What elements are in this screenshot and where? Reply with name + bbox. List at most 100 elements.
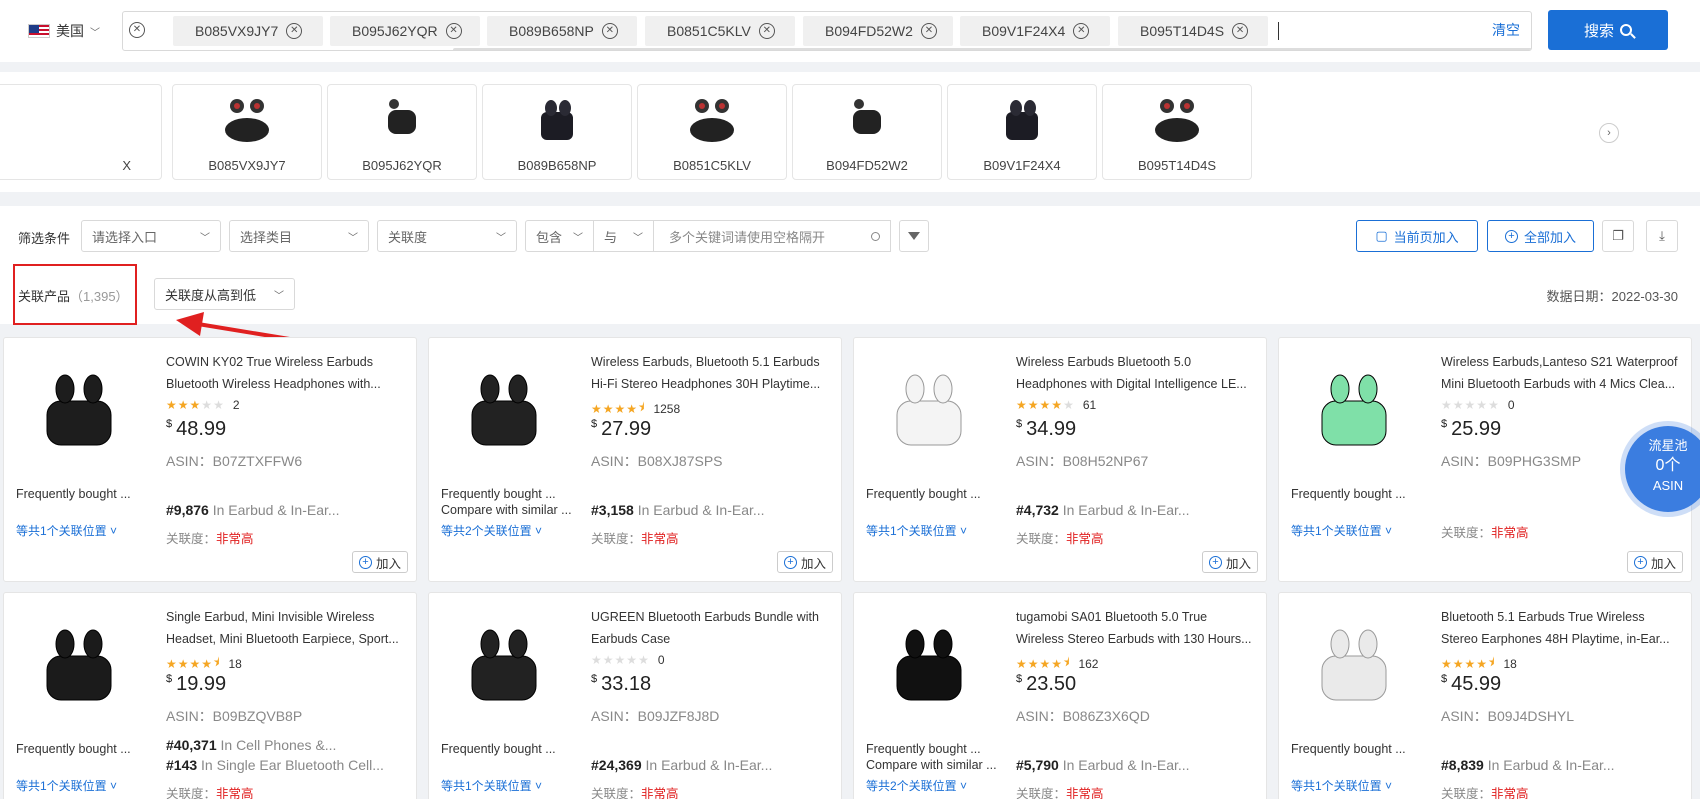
add-button[interactable]: + 加入 <box>352 551 408 573</box>
thumbnail-partial[interactable]: X <box>0 84 162 180</box>
product-price: $27.99 <box>591 418 651 441</box>
product-card[interactable]: Wireless Earbuds, Bluetooth 5.1 Earbuds H… <box>428 337 842 582</box>
product-asin: ASIN：B09JZF8J8D <box>591 708 720 724</box>
related-positions-link[interactable]: 等共1个关联位置 ˅ <box>1291 522 1392 539</box>
search-button[interactable]: 搜索 <box>1548 10 1668 50</box>
remove-tag-icon[interactable]: ✕ <box>1073 23 1090 39</box>
add-button[interactable]: + 加入 <box>1202 551 1258 573</box>
clear-button[interactable]: 清空 <box>1492 20 1520 40</box>
next-arrow-icon[interactable]: › <box>1599 123 1619 143</box>
product-image[interactable] <box>449 611 559 721</box>
add-all-button[interactable]: + 全部加入 <box>1487 220 1594 252</box>
related-positions-link[interactable]: 等共2个关联位置 ˅ <box>441 522 542 539</box>
country-select[interactable]: 美国 ﹀ <box>28 18 100 44</box>
chevron-down-icon: ﹀ <box>633 232 643 244</box>
product-card[interactable]: COWIN KY02 True Wireless Earbuds Bluetoot… <box>3 337 417 582</box>
product-image[interactable] <box>874 356 984 466</box>
product-thumbnail[interactable]: B095J62YQR <box>327 84 477 180</box>
related-positions-link[interactable]: 等共1个关联位置 ˅ <box>441 777 542 794</box>
keyword-input[interactable]: 多个关键词请使用空格隔开 <box>653 220 891 252</box>
product-price: $45.99 <box>1441 673 1501 696</box>
frequently-bought: Frequently bought ... <box>1291 741 1406 757</box>
filter-funnel-button[interactable] <box>899 220 929 252</box>
rank-number: #4,732 <box>1016 502 1059 518</box>
remove-tag-icon[interactable]: ✕ <box>601 23 618 39</box>
product-title-line: Bluetooth 5.1 Earbuds True Wireless <box>1441 610 1645 624</box>
rank-category: In Earbud & In-Ear... <box>1483 757 1615 773</box>
remove-tag-icon[interactable]: ✕ <box>758 23 775 39</box>
product-image[interactable] <box>1299 356 1409 466</box>
asin-search-input[interactable]: ✕ B085VX9JY7 ✕ B095J62YQR ✕ B089B658NP ✕ B0851… <box>122 11 1532 51</box>
star-icon: ★ <box>177 656 189 671</box>
asin-tag[interactable]: B095T14D4S ✕ <box>1118 16 1268 46</box>
add-current-page-button[interactable]: ▢ 当前页加入 <box>1356 220 1478 252</box>
currency-symbol: $ <box>166 673 173 685</box>
product-thumbnail[interactable]: B085VX9JY7 <box>172 84 322 180</box>
country-label: 美国 <box>56 23 84 39</box>
contains-select[interactable]: 包含 ﹀ <box>525 220 594 252</box>
product-thumbnail[interactable]: B095T14D4S <box>1102 84 1252 180</box>
tags-scrollbar[interactable] <box>453 48 1531 50</box>
product-thumbnail[interactable]: B0851C5KLV <box>637 84 787 180</box>
download-button[interactable]: ⤓ <box>1646 220 1678 252</box>
product-title[interactable]: Bluetooth 5.1 Earbuds True Wireless Stere… <box>1441 606 1683 650</box>
remove-tag-icon[interactable]: ✕ <box>129 22 145 38</box>
product-title[interactable]: UGREEN Bluetooth Earbuds Bundle with Earb… <box>591 606 833 650</box>
product-card[interactable]: UGREEN Bluetooth Earbuds Bundle with Earb… <box>428 592 842 799</box>
relevance-level: 关联度：非常高 <box>591 783 679 799</box>
category-select[interactable]: 选择类目 ﹀ <box>229 220 369 252</box>
product-title[interactable]: Wireless Earbuds,Lanteso S21 Waterproof M… <box>1441 351 1683 395</box>
contains-label: 包含 <box>536 229 563 245</box>
product-image[interactable] <box>874 611 984 721</box>
add-button[interactable]: + 加入 <box>777 551 833 573</box>
bestseller-rank: #8,839 In Earbud & In-Ear... <box>1441 757 1615 773</box>
product-thumbnail[interactable]: B09V1F24X4 <box>947 84 1097 180</box>
product-card[interactable]: Wireless Earbuds Bluetooth 5.0 Headphones… <box>853 337 1267 582</box>
remove-tag-icon[interactable]: ✕ <box>445 23 462 39</box>
star-rating: ★ ★ ★ ★ ⯨ 1258 <box>591 398 680 419</box>
product-title[interactable]: tugamobi SA01 Bluetooth 5.0 True Wireless… <box>1016 606 1258 650</box>
search-icon <box>1620 24 1632 36</box>
related-positions-link[interactable]: 等共1个关联位置 ˅ <box>16 522 117 539</box>
asin-tag[interactable]: B09V1F24X4 ✕ <box>960 16 1110 46</box>
remove-tag-icon[interactable]: ✕ <box>920 23 937 39</box>
asin-tag[interactable]: B089B658NP ✕ <box>487 16 637 46</box>
asin-tag[interactable]: B085VX9JY7 ✕ <box>173 16 323 46</box>
related-positions-link[interactable]: 等共1个关联位置 ˅ <box>1291 777 1392 794</box>
product-title-line: COWIN KY02 True Wireless Earbuds <box>166 355 374 369</box>
relevance-select[interactable]: 关联度 ﹀ <box>377 220 517 252</box>
product-title[interactable]: Single Earbud, Mini Invisible Wireless He… <box>166 606 408 650</box>
entry-select[interactable]: 请选择入口 ﹀ <box>81 220 221 252</box>
asin-tag[interactable]: B094FD52W2 ✕ <box>803 16 953 46</box>
product-title[interactable]: COWIN KY02 True Wireless Earbuds Bluetoot… <box>166 351 408 395</box>
frequently-bought-label: Frequently bought ... <box>16 742 131 756</box>
product-card[interactable]: Bluetooth 5.1 Earbuds True Wireless Stere… <box>1278 592 1692 799</box>
product-card[interactable]: tugamobi SA01 Bluetooth 5.0 True Wireless… <box>853 592 1267 799</box>
related-positions-link[interactable]: 等共2个关联位置 ˅ <box>866 777 967 794</box>
product-title[interactable]: Wireless Earbuds Bluetooth 5.0 Headphones… <box>1016 351 1258 395</box>
remove-tag-icon[interactable]: ✕ <box>286 23 303 39</box>
related-positions-link[interactable]: 等共1个关联位置 ˅ <box>866 522 967 539</box>
star-icon: ★ <box>1039 656 1051 671</box>
product-image[interactable] <box>24 611 134 721</box>
relevance-value: 非常高 <box>641 532 679 546</box>
product-title[interactable]: Wireless Earbuds, Bluetooth 5.1 Earbuds H… <box>591 351 833 395</box>
remove-tag-icon[interactable]: ✕ <box>1232 23 1249 39</box>
product-image[interactable] <box>24 356 134 466</box>
product-image[interactable] <box>449 356 559 466</box>
product-thumbnail[interactable]: B089B658NP <box>482 84 632 180</box>
product-card[interactable]: Single Earbud, Mini Invisible Wireless He… <box>3 592 417 799</box>
product-thumbnail[interactable]: B094FD52W2 <box>792 84 942 180</box>
product-image[interactable] <box>1299 611 1409 721</box>
product-asin: ASIN：B09PHG3SMP <box>1441 453 1582 469</box>
keyword-placeholder: 多个关键词请使用空格隔开 <box>669 229 826 245</box>
related-positions-link[interactable]: 等共1个关联位置 ˅ <box>16 777 117 794</box>
product-title-line: Earbuds Case <box>591 632 671 646</box>
copy-button[interactable]: ❐ <box>1602 220 1634 252</box>
filter-label: 筛选条件 <box>18 231 71 246</box>
asin-tag[interactable]: B0851C5KLV ✕ <box>645 16 795 46</box>
add-button[interactable]: + 加入 <box>1627 551 1683 573</box>
and-select[interactable]: 与 ﹀ <box>593 220 654 252</box>
relevance-label: 关联度： <box>166 532 217 546</box>
asin-tag[interactable]: B095J62YQR ✕ <box>330 16 480 46</box>
